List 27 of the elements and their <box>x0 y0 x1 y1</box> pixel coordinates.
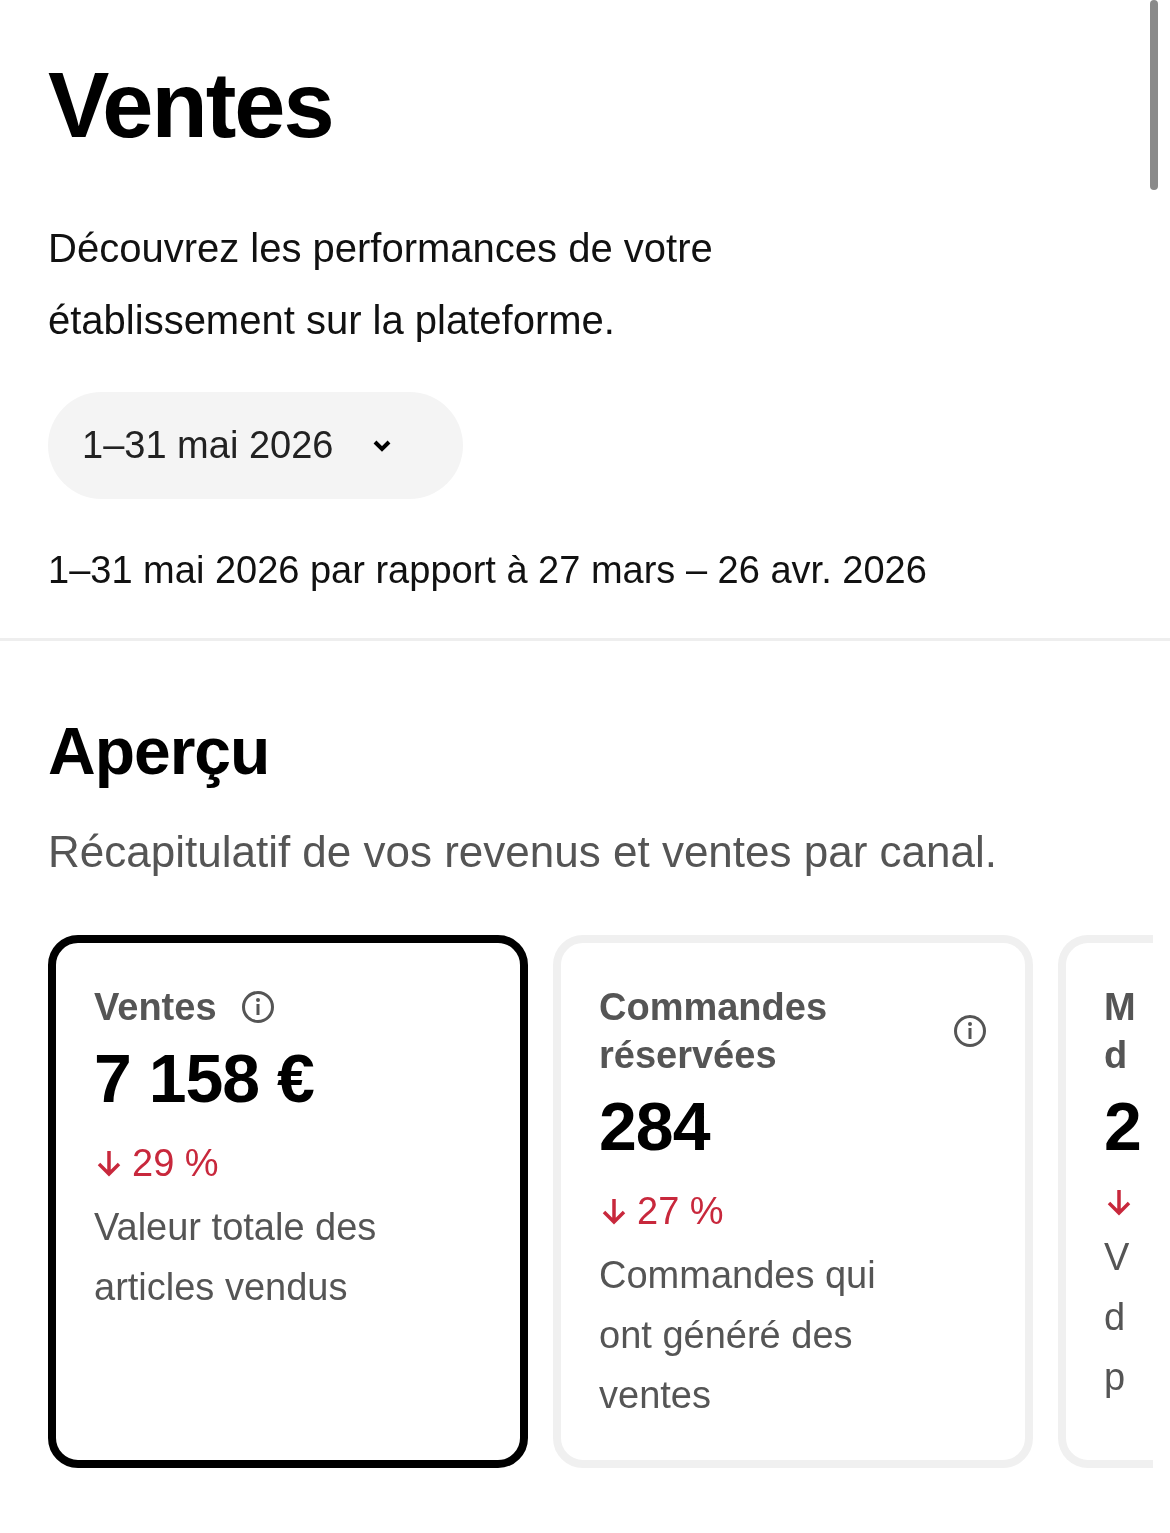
metric-card[interactable]: Ventes 7 158 € 29 % Valeur totale des articles vendus <box>48 935 528 1468</box>
section-subtitle: Récapitulatif de vos revenus et ventes par canal. <box>48 827 998 877</box>
page-title: Ventes <box>48 53 334 158</box>
card-description: Valeur totale des articles vendus <box>94 1205 378 1310</box>
section-title: Aperçu <box>48 713 271 790</box>
card-description: V <box>1104 1235 1131 1280</box>
card-title: d <box>1104 1033 1129 1078</box>
card-description: p <box>1104 1355 1127 1400</box>
metric-value: 7 158 € <box>94 1039 315 1117</box>
card-description: d <box>1104 1295 1127 1340</box>
info-icon[interactable] <box>953 1014 987 1048</box>
scrollbar[interactable] <box>1150 0 1158 190</box>
page-subtitle: Découvrez les performances de votre établissement sur la plateforme. <box>48 225 714 344</box>
caret-icon <box>373 439 392 452</box>
date-range-dropdown[interactable]: 1–31 mai 2026 <box>48 392 463 499</box>
card-title: Ventes <box>94 985 217 1030</box>
change-percent: 29 % <box>132 1141 219 1186</box>
metric-card[interactable]: Commandes réservées 284 27 % Commandes qui ont généré des ventes <box>553 935 1033 1468</box>
change-percent: 27 % <box>637 1189 724 1234</box>
comparison-text: 1–31 mai 2026 par rapport à 27 mars – 26 avr. 2026 <box>48 549 928 593</box>
metric-value: 2 <box>1104 1087 1143 1165</box>
card-title: M <box>1104 985 1137 1030</box>
card-description: Commandes qui ont généré des ventes <box>599 1253 877 1418</box>
metric-value: 284 <box>599 1087 712 1165</box>
metric-card[interactable]: M d 2 V d p <box>1058 935 1153 1468</box>
info-icon[interactable] <box>240 990 275 1024</box>
card-title: Commandes réservées <box>599 985 829 1078</box>
